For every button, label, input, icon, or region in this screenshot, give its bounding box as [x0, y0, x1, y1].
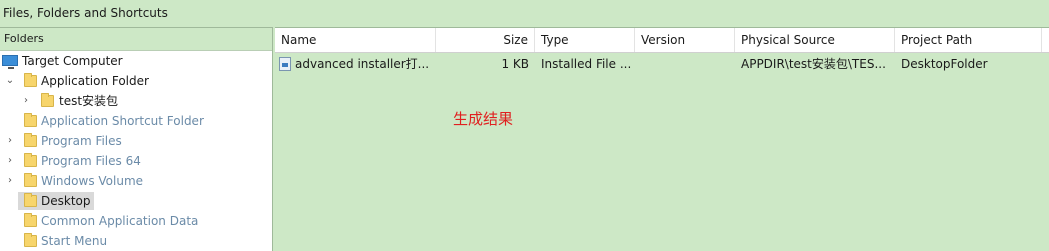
cell-type: Installed File ...	[541, 57, 632, 71]
computer-icon	[2, 55, 18, 69]
folders-pane-header: Folders	[0, 28, 272, 51]
folder-icon	[41, 93, 54, 107]
folder-icon	[24, 153, 37, 167]
chevron-right-icon[interactable]: ›	[4, 171, 16, 191]
tree-item-program-files-64[interactable]: › Program Files 64	[0, 151, 272, 171]
chevron-down-icon[interactable]: ⌄	[4, 71, 16, 91]
column-header-name[interactable]: Name	[275, 28, 436, 52]
file-name: advanced installer打...	[295, 57, 430, 71]
folder-icon	[24, 213, 37, 227]
tree-item-label: Start Menu	[41, 234, 108, 248]
folder-icon	[24, 133, 37, 147]
cell-size: 1 KB	[501, 57, 529, 71]
tree-item-label: Application Folder	[41, 74, 149, 88]
column-header-size[interactable]: Size	[436, 28, 535, 52]
tree-item-test-package[interactable]: › test安装包	[0, 91, 272, 111]
tree-item-label: Desktop	[41, 194, 91, 208]
chevron-right-icon[interactable]: ›	[4, 151, 16, 171]
tree-item-application-folder[interactable]: ⌄ Application Folder	[0, 71, 272, 91]
column-header-physical-source[interactable]: Physical Source	[735, 28, 895, 52]
tree-item-label: Windows Volume	[41, 174, 144, 188]
folder-icon	[24, 233, 37, 247]
window-title: Files, Folders and Shortcuts	[0, 0, 1049, 27]
column-header-version[interactable]: Version	[635, 28, 735, 52]
folder-icon	[24, 173, 37, 187]
chevron-right-icon[interactable]: ›	[20, 91, 32, 111]
table-header: Name Size Type Version Physical Source P…	[275, 28, 1049, 53]
tree-item-label: Application Shortcut Folder	[41, 114, 204, 128]
tree-item-application-shortcut-folder[interactable]: Application Shortcut Folder	[0, 111, 272, 131]
tree-item-start-menu[interactable]: Start Menu	[0, 231, 272, 251]
files-pane: Name Size Type Version Physical Source P…	[275, 27, 1049, 251]
column-header-type[interactable]: Type	[535, 28, 635, 52]
tree-item-label: Target Computer	[22, 54, 123, 68]
table-row[interactable]: advanced installer打... 1 KB Installed Fi…	[275, 53, 1049, 75]
tree-item-label: Program Files 64	[41, 154, 141, 168]
tree-item-target-computer[interactable]: Target Computer	[0, 51, 272, 71]
chevron-right-icon[interactable]: ›	[4, 131, 16, 151]
cell-physical-source: APPDIR\test安装包\TES...	[741, 57, 886, 71]
folder-icon	[24, 73, 37, 87]
folders-pane: Folders Target Computer ⌄ Application Fo…	[0, 27, 273, 251]
column-header-project-path[interactable]: Project Path	[895, 28, 1042, 52]
cell-project-path: DesktopFolder	[901, 57, 988, 71]
folder-icon	[24, 113, 37, 127]
folder-icon	[24, 193, 37, 207]
cell-name: advanced installer打...	[275, 53, 436, 75]
annotation-text: 生成结果	[453, 110, 514, 128]
tree-item-desktop[interactable]: Desktop	[0, 191, 272, 211]
tree-item-label: Program Files	[41, 134, 122, 148]
folder-tree: Target Computer ⌄ Application Folder › t…	[0, 51, 272, 251]
cell-version	[635, 53, 735, 75]
tree-item-label: test安装包	[59, 94, 119, 108]
tree-item-windows-volume[interactable]: › Windows Volume	[0, 171, 272, 191]
tree-item-label: Common Application Data	[41, 214, 199, 228]
tree-item-common-application-data[interactable]: Common Application Data	[0, 211, 272, 231]
tree-item-program-files[interactable]: › Program Files	[0, 131, 272, 151]
file-shortcut-icon	[279, 57, 291, 71]
